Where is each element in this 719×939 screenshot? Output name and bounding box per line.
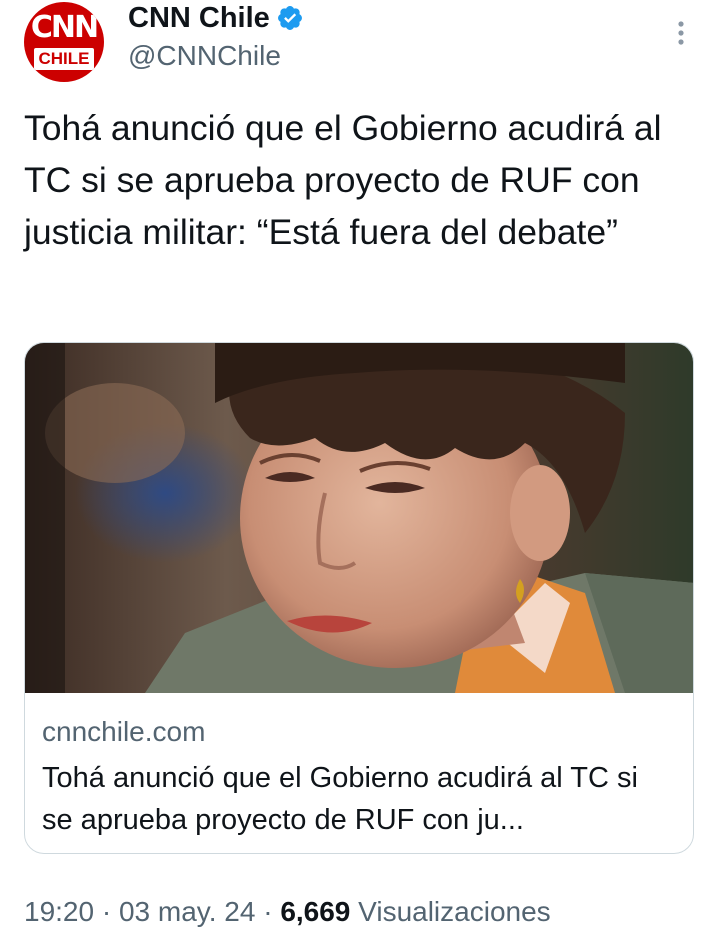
views-label: Visualizaciones [358,896,551,927]
avatar[interactable]: CNN CHILE [24,2,104,82]
cnn-logo-text: CNN [30,10,99,45]
tweet-time[interactable]: 19:20 [24,896,94,927]
tweet-meta: 19:20 · 03 may. 24 · 6,669 Visualizacion… [24,896,551,928]
display-name[interactable]: CNN Chile [128,2,270,35]
meta-separator-2: · [255,896,281,927]
meta-separator-1: · [94,896,119,927]
views-count: 6,669 [280,896,351,927]
article-photo[interactable] [25,343,694,693]
tweet-date[interactable]: 03 may. 24 [119,896,255,927]
card-title: Tohá anunció que el Gobierno acudirá al … [42,762,638,836]
chile-logo-text: CHILE [34,48,94,70]
display-name-row: CNN Chile [128,0,304,36]
tweet: CNN CHILE CNN Chile @CNNChile Tohá anunc… [0,0,719,939]
link-card[interactable]: cnnchile.com Tohá anunció que el Gobiern… [24,342,694,854]
verified-badge-icon [277,6,302,30]
card-domain: cnnchile.com [42,716,206,747]
tweet-text: Tohá anunció que el Gobierno acudirá al … [24,108,662,252]
more-options-icon[interactable] [671,18,691,48]
user-handle[interactable]: @CNNChile [128,40,281,72]
